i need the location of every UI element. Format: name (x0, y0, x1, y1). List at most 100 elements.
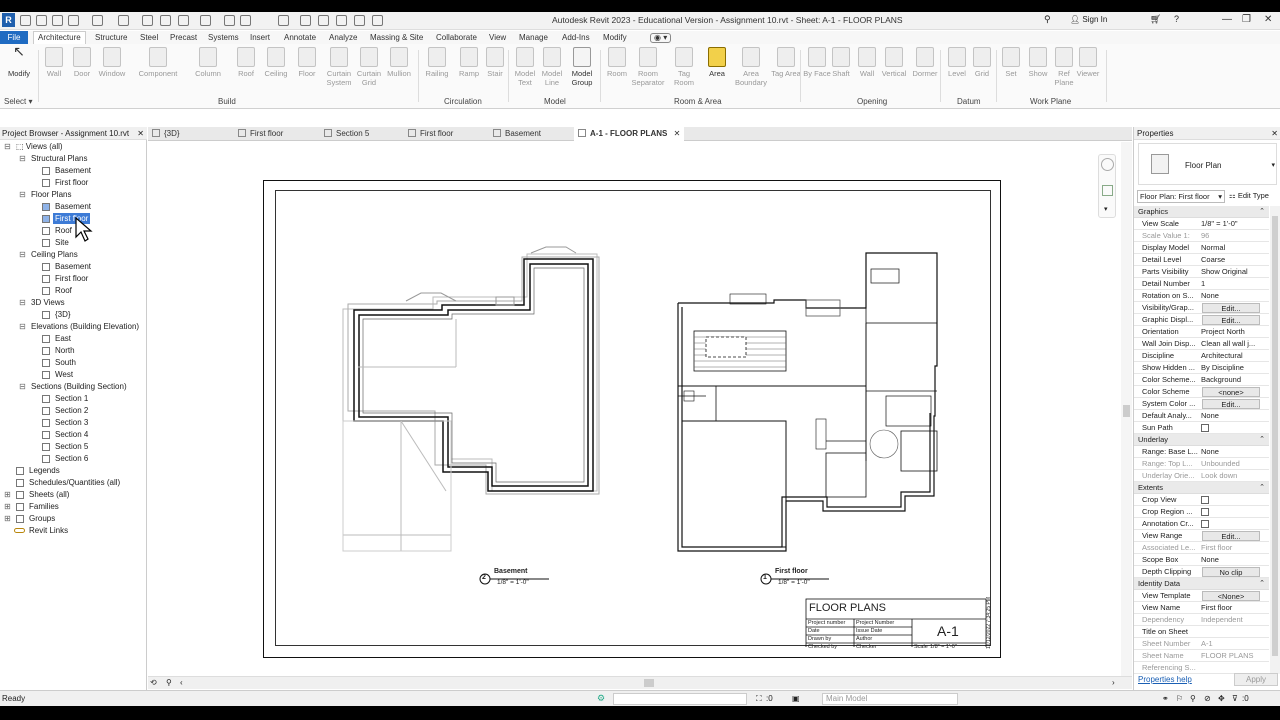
collapse-icon[interactable]: ⊟ (19, 298, 26, 307)
tab-modify[interactable]: Modify (603, 32, 627, 43)
tree-floor-plans[interactable]: Floor Plans (31, 189, 71, 200)
tree-views-all[interactable]: ⬚ Views (all) (16, 141, 63, 152)
tab-collaborate[interactable]: Collaborate (436, 32, 477, 43)
dimension-icon[interactable] (178, 15, 189, 26)
tree-revit-links[interactable]: Revit Links (29, 525, 68, 536)
section-graphics[interactable]: Graphics ⌃ (1134, 206, 1269, 218)
tree-item[interactable]: South (55, 357, 76, 368)
select-links-icon[interactable]: ⚭ (1162, 694, 1169, 703)
ceiling-button[interactable]: Ceiling (260, 47, 292, 78)
tree-item[interactable]: First floor (55, 177, 88, 188)
tab-structure[interactable]: Structure (95, 32, 127, 43)
collapse-icon[interactable]: ⊟ (19, 382, 26, 391)
depth-clipping-button[interactable]: No clip (1202, 567, 1260, 577)
tree-schedules[interactable]: Schedules/Quantities (all) (29, 477, 120, 488)
close-tab-icon[interactable]: ✕ (674, 129, 681, 138)
dropdown-icon[interactable]: ▾ (1271, 161, 1275, 169)
tree-item[interactable]: Section 5 (55, 441, 88, 452)
tree-item[interactable]: East (55, 333, 71, 344)
select-by-face-icon[interactable]: ⊘ (1204, 694, 1211, 703)
collapse-icon[interactable]: ⊟ (19, 154, 26, 163)
worksets-icon[interactable]: ⚙ (597, 693, 605, 704)
undo-icon[interactable] (92, 15, 103, 26)
scroll-right-icon[interactable]: › (1112, 678, 1115, 687)
edit-button[interactable]: Edit... (1202, 399, 1260, 409)
vertical-button[interactable]: Vertical (878, 47, 910, 78)
open-file-icon[interactable] (36, 15, 47, 26)
close-icon[interactable]: ✕ (137, 127, 144, 140)
design-options-icon[interactable]: ▣ (792, 694, 800, 703)
pin-icon[interactable]: ⚲ (166, 678, 172, 687)
revit-logo[interactable]: R (2, 13, 15, 27)
collapse-icon[interactable]: ⊟ (19, 250, 26, 259)
measure-icon[interactable] (160, 15, 171, 26)
model-group-button[interactable]: Model Group (566, 47, 598, 87)
tab-precast[interactable]: Precast (170, 32, 197, 43)
select-dropdown[interactable]: Select ▾ (4, 97, 32, 106)
curtain-grid-button[interactable]: Curtain Grid (353, 47, 385, 87)
floor-button[interactable]: Floor (291, 47, 323, 78)
tree-item[interactable]: Section 3 (55, 417, 88, 428)
horizontal-scrollbar-thumb[interactable] (644, 679, 654, 687)
view-tab-sheet-active[interactable]: A-1 - FLOOR PLANS ✕ (574, 127, 685, 141)
tree-3d-views[interactable]: 3D Views (31, 297, 65, 308)
tree-families[interactable]: Families (29, 501, 59, 512)
tree-sections[interactable]: Sections (Building Section) (31, 381, 127, 392)
edit-button[interactable]: Edit... (1202, 303, 1260, 313)
properties-scrollbar-thumb[interactable] (1272, 216, 1278, 656)
text-icon[interactable] (240, 15, 251, 26)
line-icon[interactable] (224, 15, 235, 26)
open-icon[interactable] (20, 15, 31, 26)
scroll-left-icon[interactable]: ‹ (180, 678, 183, 687)
redo-icon[interactable] (118, 15, 129, 26)
sign-in-button[interactable]: 👤︎ Sign In (1070, 15, 1107, 24)
tree-item[interactable]: First floor (55, 273, 88, 284)
color-scheme-button[interactable]: <none> (1202, 387, 1260, 397)
section-underlay[interactable]: Underlay ⌃ (1134, 434, 1269, 446)
expand-icon[interactable]: ⊞ (4, 490, 11, 499)
tab-steel[interactable]: Steel (140, 32, 158, 43)
customize-icon[interactable] (372, 15, 383, 26)
select-underlay-icon[interactable]: ⚐ (1176, 694, 1183, 703)
dormer-button[interactable]: Dormer (909, 47, 941, 78)
close-hidden-icon[interactable] (336, 15, 347, 26)
tree-item[interactable]: Roof (55, 225, 72, 236)
tree-ceiling-plans[interactable]: Ceiling Plans (31, 249, 78, 260)
3d-view-icon[interactable] (278, 15, 289, 26)
tab-massing-site[interactable]: Massing & Site (370, 32, 423, 43)
workset-dropdown[interactable] (613, 693, 747, 705)
door-button[interactable]: Door (66, 47, 98, 78)
maximize-button[interactable]: ❐ (1242, 14, 1251, 25)
edit-button[interactable]: Edit... (1202, 315, 1260, 325)
switch-windows-icon[interactable] (354, 15, 365, 26)
column-button[interactable]: Column (192, 47, 224, 78)
tree-item[interactable]: Basement (55, 165, 91, 176)
save-icon[interactable] (52, 15, 63, 26)
tab-analyze[interactable]: Analyze (329, 32, 357, 43)
thin-lines-icon[interactable] (318, 15, 329, 26)
close-button[interactable]: ✕ (1264, 14, 1272, 25)
filter-icon[interactable]: ⊽ (1232, 694, 1238, 703)
tab-systems[interactable]: Systems (208, 32, 239, 43)
view-tab-section-5[interactable]: Section 5 (324, 129, 369, 139)
print-icon[interactable] (142, 15, 153, 26)
editable-only-icon[interactable]: ⛶ (756, 694, 762, 704)
roof-button[interactable]: Roof (230, 47, 262, 78)
cart-icon[interactable]: 🛒︎ (1150, 14, 1161, 25)
view-tab-first-floor-2[interactable]: First floor (408, 129, 453, 139)
stair-button[interactable]: Stair (479, 47, 511, 78)
sync-icon[interactable] (68, 15, 79, 26)
apply-button[interactable]: Apply (1234, 673, 1278, 686)
tree-item[interactable]: Section 6 (55, 453, 88, 464)
drag-elements-icon[interactable]: ✥ (1218, 694, 1225, 703)
view-title-basement[interactable]: Basement (494, 568, 527, 575)
help-icon[interactable]: ? (1174, 14, 1179, 24)
crop-region-checkbox[interactable] (1201, 508, 1209, 516)
tab-annotate[interactable]: Annotate (284, 32, 316, 43)
tab-insert[interactable]: Insert (250, 32, 270, 43)
close-icon[interactable]: ✕ (1271, 127, 1278, 140)
drawing-canvas[interactable]: ▾ 2 Basement 1/8" = 1'-0" 1 First floor … (148, 142, 1120, 676)
crop-view-checkbox[interactable] (1201, 496, 1209, 504)
tree-groups[interactable]: Groups (29, 513, 55, 524)
tree-sheets[interactable]: Sheets (all) (29, 489, 69, 500)
